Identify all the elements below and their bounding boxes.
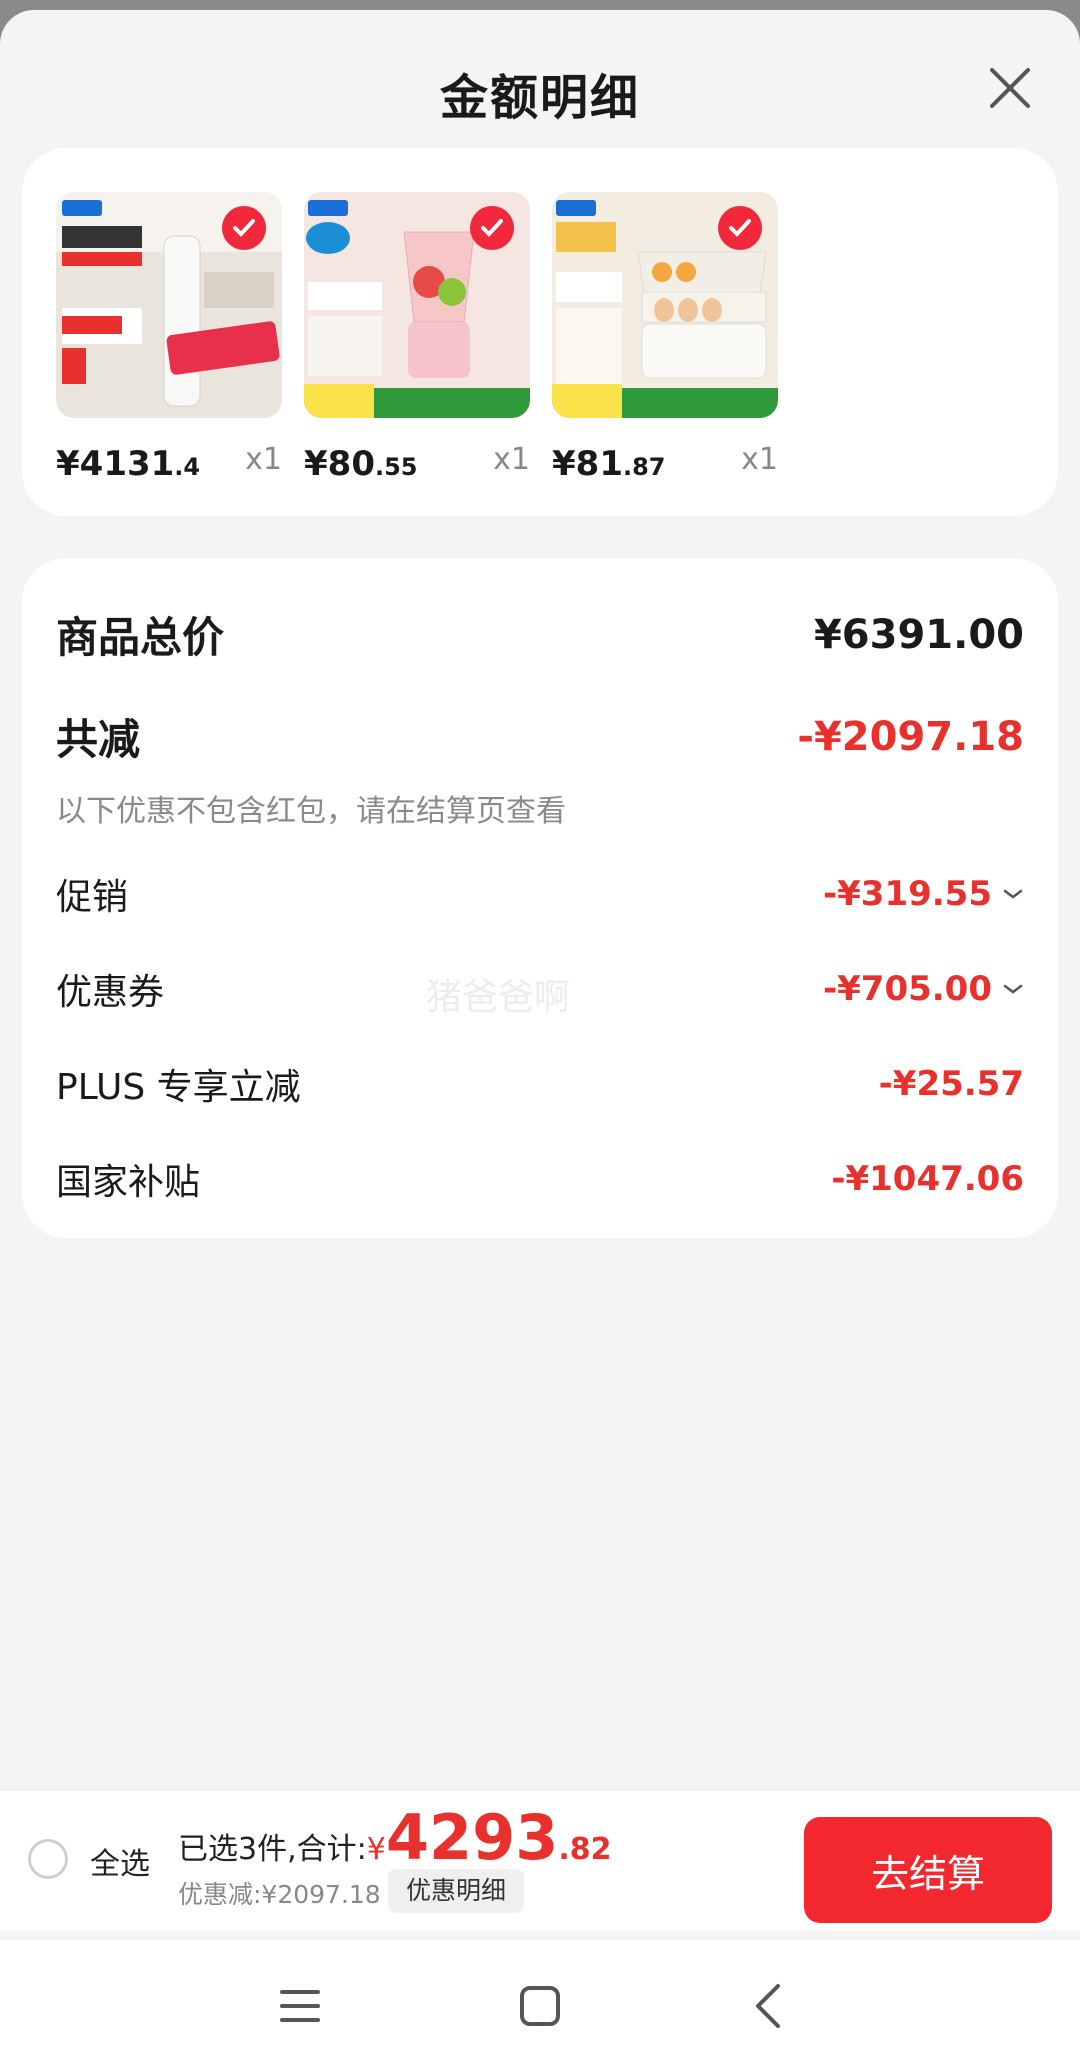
page-title: 金额明细 — [439, 70, 640, 126]
subsidy-row: 国家补贴 -¥1047.06 — [56, 1153, 1024, 1205]
product-price: ¥81.87 — [552, 444, 666, 484]
coupon-value: -¥705.00 — [823, 969, 1024, 1009]
promo-label: 促销 — [56, 877, 129, 918]
product-price: ¥4131.4 — [56, 444, 201, 484]
product-item[interactable]: ¥4131.4 x1 — [56, 192, 282, 484]
promo-row[interactable]: 促销 -¥319.55 — [56, 868, 1024, 920]
product-item[interactable]: ¥80.55 x1 — [304, 192, 530, 484]
checkmark-icon[interactable] — [718, 206, 762, 250]
chevron-down-icon[interactable] — [1002, 982, 1024, 996]
checkmark-icon[interactable] — [222, 206, 266, 250]
total-reduction-row: 共减 -¥2097.18 — [56, 706, 1024, 767]
egg-cooker-image — [552, 192, 778, 418]
order-summary: 已选3件,合计:¥4293.82 — [178, 1801, 612, 1874]
blender-image — [304, 192, 530, 418]
promo-value: -¥319.55 — [823, 874, 1024, 914]
coupon-row[interactable]: 优惠券 -¥705.00 — [56, 963, 1024, 1015]
product-quantity: x1 — [493, 442, 530, 477]
product-card: ¥4131.4 x1 ¥80.55 x1 ¥81.87 x1 — [22, 148, 1058, 516]
discount-summary: 优惠减:¥2097.18 — [178, 1880, 381, 1909]
subsidy-label: 国家补贴 — [56, 1162, 201, 1203]
subsidy-value: -¥1047.06 — [831, 1159, 1024, 1199]
total-reduction-value: -¥2097.18 — [797, 713, 1024, 760]
product-quantity: x1 — [245, 442, 282, 477]
back-icon[interactable] — [740, 1976, 800, 2036]
chevron-down-icon[interactable] — [1002, 887, 1024, 901]
system-nav-bar — [0, 1940, 1080, 2061]
product-price: ¥80.55 — [304, 444, 418, 484]
discount-detail-button[interactable]: 优惠明细 — [388, 1869, 525, 1913]
checkmark-icon[interactable] — [470, 206, 514, 250]
product-quantity: x1 — [741, 442, 778, 477]
total-reduction-label: 共减 — [56, 715, 141, 764]
menu-icon[interactable] — [270, 1976, 330, 2036]
price-breakdown-card: 商品总价 ¥6391.00 共减 -¥2097.18 以下优惠不包含红包，请在结… — [22, 558, 1058, 1238]
discount-note: 以下优惠不包含红包，请在结算页查看 — [56, 794, 566, 829]
plus-value: -¥25.57 — [878, 1064, 1024, 1104]
coupon-label: 优惠券 — [56, 972, 165, 1013]
plus-row: PLUS 专享立减 -¥25.57 — [56, 1058, 1024, 1110]
goods-total-value: ¥6391.00 — [813, 611, 1024, 658]
checkout-bar: 全选 已选3件,合计:¥4293.82 优惠减:¥2097.18 优惠明细 去结… — [0, 1790, 1080, 1931]
goods-total-row: 商品总价 ¥6391.00 — [56, 604, 1024, 665]
select-all-radio[interactable] — [28, 1839, 68, 1879]
product-item[interactable]: ¥81.87 x1 — [552, 192, 778, 484]
plus-label: PLUS 专享立减 — [56, 1067, 301, 1108]
home-icon[interactable] — [510, 1976, 570, 2036]
checkout-button[interactable]: 去结算 — [804, 1817, 1052, 1923]
goods-total-label: 商品总价 — [56, 613, 225, 662]
select-all-label[interactable]: 全选 — [90, 1839, 150, 1883]
close-icon[interactable] — [980, 58, 1040, 118]
amount-detail-sheet: 金额明细 ¥4131.4 x1 ¥80.55 x1 ¥81.87 x1 商品总价… — [0, 10, 1080, 2061]
air-conditioner-image — [56, 192, 282, 418]
